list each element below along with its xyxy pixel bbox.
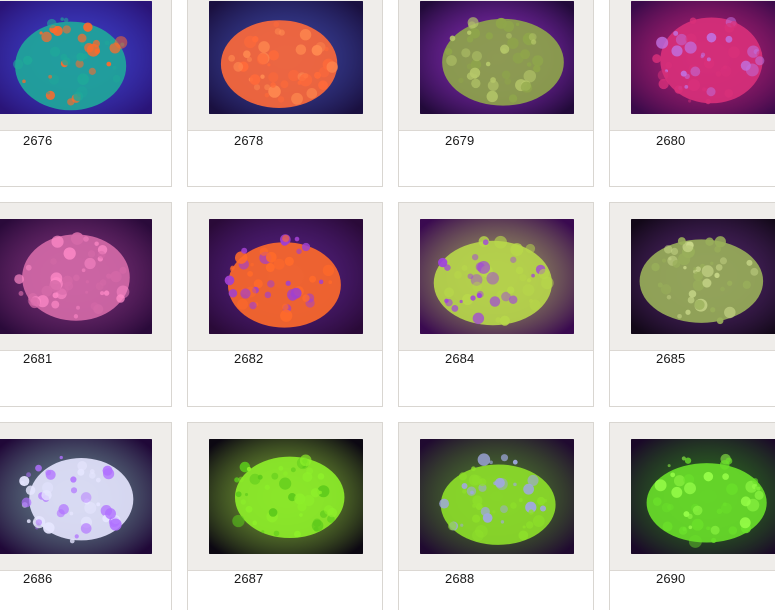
- green-zoanthid-colony-photo[interactable]: [420, 1, 574, 114]
- product-card[interactable]: 2686: [0, 422, 172, 610]
- product-card[interactable]: 2687: [187, 422, 383, 610]
- green-toadstool-coral-photo[interactable]: [631, 439, 775, 554]
- green-zoanthid-colony-on-rock-photo[interactable]: [631, 219, 775, 334]
- product-card[interactable]: 2681: [0, 202, 172, 407]
- green-and-orange-ricordea-mushroom-photo[interactable]: [0, 1, 152, 114]
- product-number[interactable]: 2678: [234, 133, 263, 148]
- product-number[interactable]: 2681: [23, 351, 52, 366]
- product-number[interactable]: 2687: [234, 571, 263, 586]
- product-number[interactable]: 2680: [656, 133, 685, 148]
- white-mushroom-coral-with-tentacles-photo[interactable]: [0, 439, 152, 554]
- product-number[interactable]: 2682: [234, 351, 263, 366]
- lime-green-toadstool-coral-photo[interactable]: [209, 439, 363, 554]
- product-number[interactable]: 2676: [23, 133, 52, 148]
- product-card[interactable]: 2679: [398, 0, 594, 187]
- orange-mushroom-coral-photo[interactable]: [209, 219, 363, 334]
- pink-ricordea-mushroom-photo[interactable]: [631, 1, 775, 114]
- product-number[interactable]: 2679: [445, 133, 474, 148]
- pink-mushroom-coral-photo[interactable]: [0, 219, 152, 334]
- orange-ricordea-mushroom-photo[interactable]: [209, 1, 363, 114]
- product-grid: 2676 2678 2679 2680 2681 2682 2684 2685 2686 2687…: [0, 0, 775, 610]
- product-number[interactable]: 2685: [656, 351, 685, 366]
- product-number[interactable]: 2684: [445, 351, 474, 366]
- product-card[interactable]: 2680: [609, 0, 775, 187]
- product-card[interactable]: 2682: [187, 202, 383, 407]
- product-card[interactable]: 2676: [0, 0, 172, 187]
- product-card[interactable]: 2690: [609, 422, 775, 610]
- lime-green-leather-coral-photo[interactable]: [420, 439, 574, 554]
- product-number[interactable]: 2690: [656, 571, 685, 586]
- product-number[interactable]: 2688: [445, 571, 474, 586]
- product-number[interactable]: 2686: [23, 571, 52, 586]
- product-card[interactable]: 2678: [187, 0, 383, 187]
- green-polyps-on-purple-rock-photo[interactable]: [420, 219, 574, 334]
- product-card[interactable]: 2684: [398, 202, 594, 407]
- product-card[interactable]: 2685: [609, 202, 775, 407]
- product-card[interactable]: 2688: [398, 422, 594, 610]
